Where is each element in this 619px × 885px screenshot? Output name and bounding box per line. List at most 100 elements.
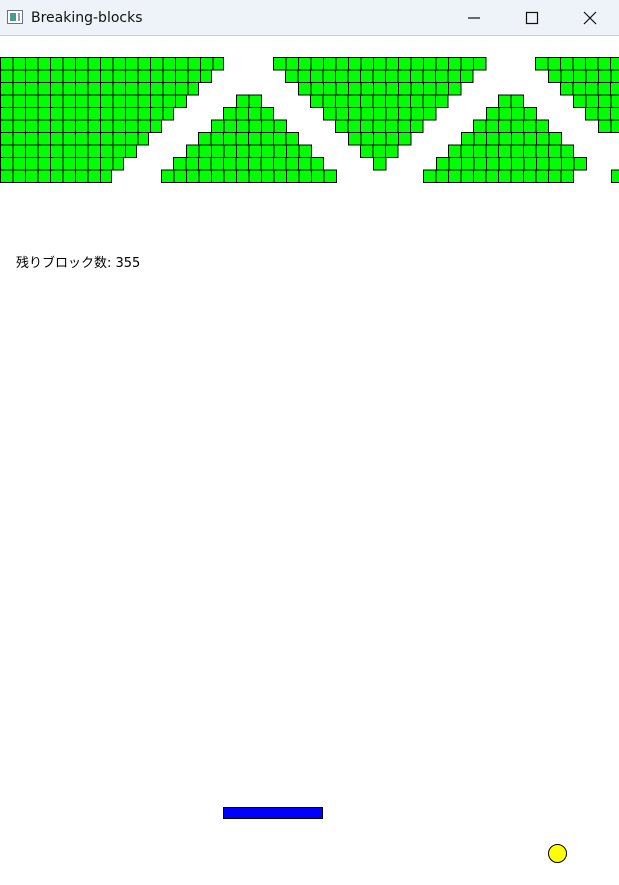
block bbox=[560, 57, 574, 71]
block bbox=[448, 157, 462, 171]
block bbox=[112, 57, 126, 71]
block bbox=[323, 107, 337, 121]
block bbox=[37, 69, 51, 83]
block bbox=[323, 57, 337, 71]
block bbox=[598, 119, 612, 133]
block bbox=[573, 157, 587, 171]
block bbox=[348, 107, 362, 121]
block bbox=[37, 57, 51, 71]
block bbox=[610, 94, 619, 108]
block bbox=[137, 82, 151, 96]
block bbox=[385, 69, 399, 83]
block bbox=[510, 94, 524, 108]
block bbox=[125, 144, 137, 158]
block bbox=[460, 69, 474, 83]
block bbox=[112, 157, 124, 171]
minimize-button[interactable] bbox=[445, 0, 503, 35]
block bbox=[25, 169, 39, 183]
maximize-icon bbox=[525, 11, 539, 25]
block bbox=[498, 157, 512, 171]
block bbox=[173, 169, 187, 183]
game-canvas[interactable]: 残りブロック数: 355 bbox=[0, 36, 619, 885]
block bbox=[37, 82, 51, 96]
block bbox=[248, 94, 262, 108]
block bbox=[310, 82, 324, 96]
block bbox=[597, 57, 611, 71]
block bbox=[75, 94, 89, 108]
block bbox=[422, 94, 436, 108]
block bbox=[175, 69, 189, 83]
block bbox=[50, 94, 64, 108]
block bbox=[137, 69, 151, 83]
block bbox=[150, 69, 164, 83]
close-button[interactable] bbox=[561, 0, 619, 35]
block bbox=[25, 132, 39, 146]
block bbox=[360, 107, 374, 121]
block bbox=[248, 107, 262, 121]
block bbox=[460, 144, 474, 158]
block bbox=[62, 144, 76, 158]
block bbox=[162, 82, 176, 96]
block bbox=[137, 132, 149, 146]
maximize-button[interactable] bbox=[503, 0, 561, 35]
block bbox=[436, 157, 450, 171]
block bbox=[37, 144, 51, 158]
block bbox=[125, 69, 139, 83]
block bbox=[473, 144, 487, 158]
block bbox=[498, 132, 512, 146]
block bbox=[610, 119, 619, 133]
remaining-blocks-label: 残りブロック数: bbox=[16, 256, 116, 271]
block bbox=[62, 157, 76, 171]
block bbox=[235, 157, 249, 171]
block bbox=[473, 132, 487, 146]
block bbox=[50, 157, 64, 171]
block bbox=[50, 169, 64, 183]
block bbox=[0, 132, 14, 146]
block bbox=[373, 82, 387, 96]
block bbox=[75, 132, 89, 146]
block bbox=[298, 169, 312, 183]
block bbox=[473, 157, 487, 171]
block bbox=[372, 69, 386, 83]
block bbox=[585, 82, 599, 96]
block bbox=[273, 119, 287, 133]
block bbox=[385, 57, 399, 71]
block bbox=[385, 94, 399, 108]
block bbox=[486, 157, 500, 171]
block bbox=[25, 157, 39, 171]
block bbox=[25, 107, 39, 121]
block bbox=[560, 69, 574, 83]
block bbox=[162, 57, 176, 71]
block bbox=[125, 132, 139, 146]
block bbox=[548, 157, 562, 171]
block bbox=[125, 94, 139, 108]
paddle[interactable] bbox=[223, 807, 323, 819]
block bbox=[547, 57, 561, 71]
block bbox=[573, 94, 587, 108]
block bbox=[298, 57, 312, 71]
block bbox=[87, 107, 101, 121]
block bbox=[260, 132, 274, 146]
block bbox=[62, 57, 76, 71]
block bbox=[585, 57, 599, 71]
block bbox=[485, 169, 499, 183]
block bbox=[112, 69, 126, 83]
block bbox=[125, 107, 139, 121]
block bbox=[410, 69, 424, 83]
block bbox=[285, 69, 299, 83]
block bbox=[0, 82, 14, 96]
block bbox=[310, 157, 324, 171]
block bbox=[248, 169, 262, 183]
block bbox=[25, 69, 39, 83]
title-bar[interactable]: Breaking-blocks bbox=[0, 0, 619, 36]
block bbox=[0, 69, 14, 83]
block bbox=[610, 57, 619, 71]
block bbox=[348, 132, 362, 146]
block bbox=[485, 144, 499, 158]
block bbox=[335, 107, 349, 121]
block bbox=[75, 169, 89, 183]
block bbox=[187, 82, 199, 96]
block bbox=[50, 144, 64, 158]
remaining-blocks-value: 355 bbox=[115, 256, 141, 271]
block bbox=[211, 169, 225, 183]
